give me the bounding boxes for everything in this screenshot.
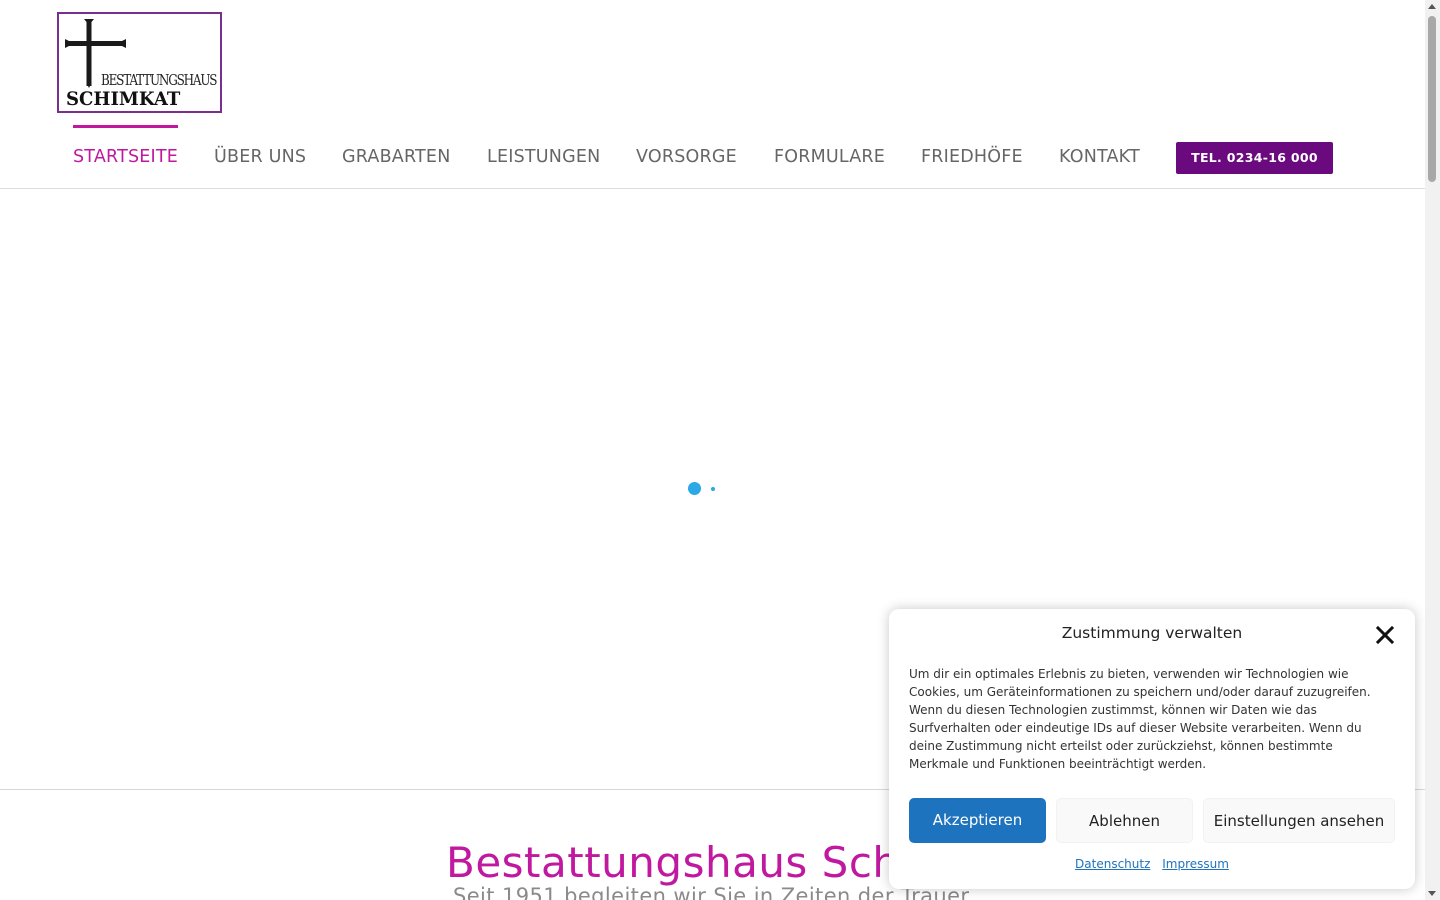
- nav-item-grabarten[interactable]: GRABARTEN: [342, 125, 450, 188]
- nav-item-vorsorge[interactable]: VORSORGE: [636, 125, 737, 188]
- view-settings-button[interactable]: Einstellungen ansehen: [1203, 798, 1395, 843]
- nav-item-formulare[interactable]: FORMULARE: [774, 125, 885, 188]
- cookie-dialog-text: Um dir ein optimales Erlebnis zu bieten,…: [909, 667, 1371, 771]
- loading-spinner-icon: [688, 482, 701, 495]
- cookie-consent-dialog: Zustimmung verwalten Um dir ein optimale…: [889, 609, 1415, 889]
- scroll-up-icon[interactable]: [1428, 4, 1436, 9]
- nav-item-leistungen[interactable]: LEISTUNGEN: [487, 125, 600, 188]
- nav-item-startseite[interactable]: STARTSEITE: [73, 125, 179, 191]
- close-icon[interactable]: [1375, 625, 1395, 645]
- logo-text-line1: BESTATTUNGSHAUS: [101, 71, 217, 89]
- scroll-down-icon[interactable]: [1428, 891, 1436, 896]
- deny-button[interactable]: Ablehnen: [1056, 798, 1193, 843]
- privacy-link[interactable]: Datenschutz: [1075, 857, 1150, 871]
- nav-item-kontakt[interactable]: KONTAKT: [1059, 125, 1140, 188]
- nav-item-ueber-uns[interactable]: ÜBER UNS: [214, 125, 306, 188]
- nav-item-friedhoefe[interactable]: FRIEDHÖFE: [921, 125, 1023, 188]
- loading-spinner-dot-icon: [711, 487, 715, 491]
- logo-text-line2: SCHIMKAT: [66, 88, 181, 110]
- cookie-dialog-links: Datenschutz Impressum: [889, 857, 1415, 871]
- page-scrollbar[interactable]: [1425, 0, 1440, 900]
- page: BESTATTUNGSHAUS SCHIMKAT STARTSEITE ÜBER…: [0, 0, 1440, 900]
- phone-button[interactable]: TEL. 0234-16 000: [1176, 142, 1333, 174]
- cookie-dialog-title: Zustimmung verwalten: [1061, 624, 1243, 642]
- scrollbar-thumb[interactable]: [1428, 16, 1436, 182]
- accept-button[interactable]: Akzeptieren: [909, 798, 1046, 843]
- site-logo[interactable]: BESTATTUNGSHAUS SCHIMKAT: [57, 12, 222, 113]
- imprint-link[interactable]: Impressum: [1162, 857, 1229, 871]
